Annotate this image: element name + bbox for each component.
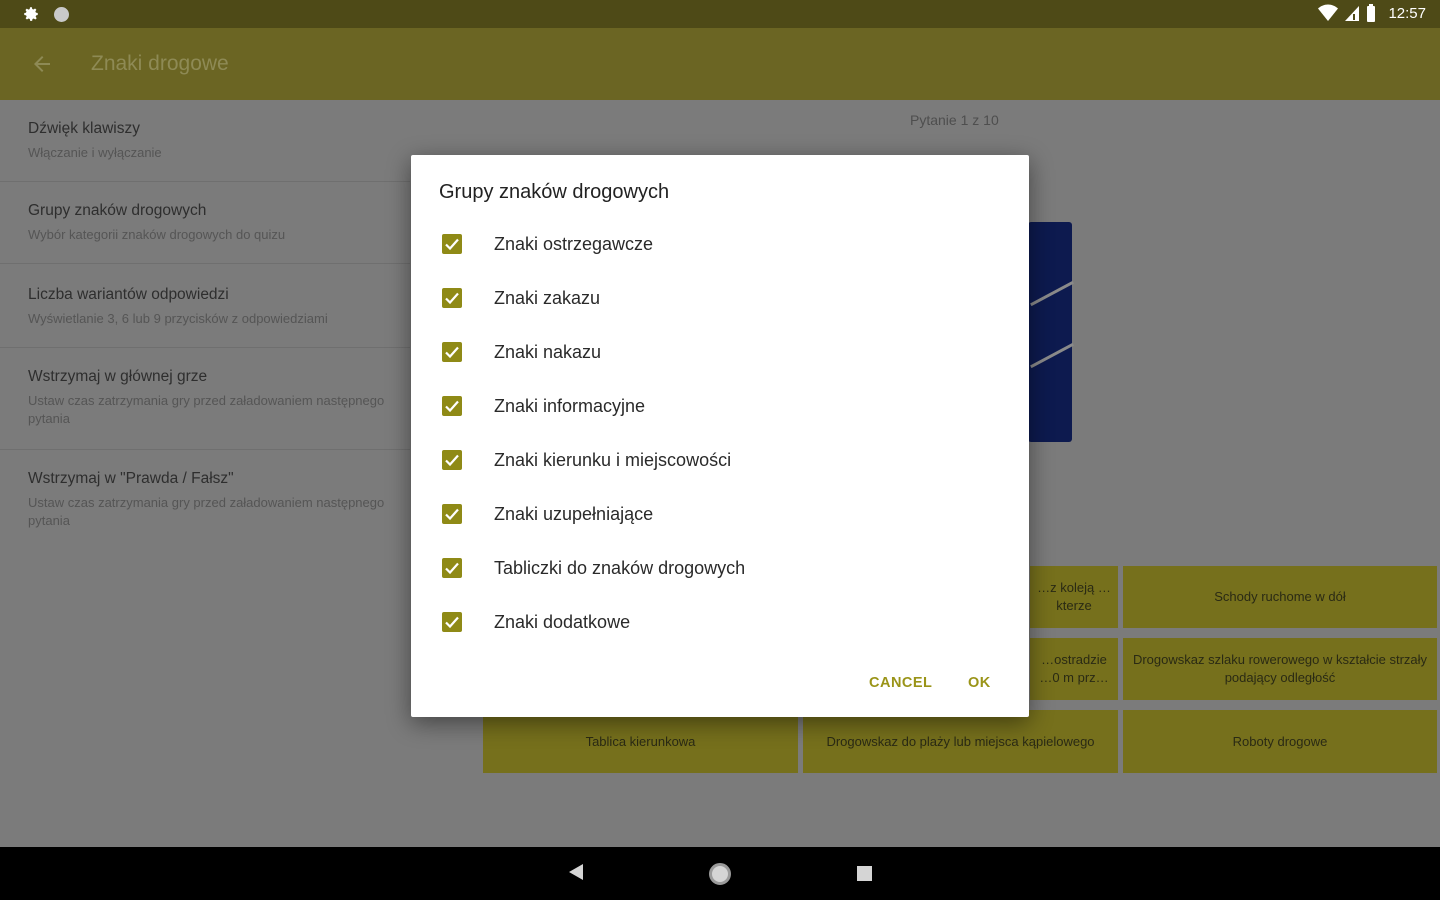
checkbox-checked-icon[interactable] — [442, 504, 462, 524]
setting-title: Wstrzymaj w głównej grze — [28, 368, 208, 385]
setting-subtitle: Włączanie i wyłączanie — [28, 145, 162, 160]
option-supplementary-signs[interactable]: Znaki uzupełniające — [442, 502, 653, 526]
back-triangle-icon[interactable] — [569, 864, 583, 880]
setting-answer-count[interactable]: Liczba wariantów odpowiedzi Wyświetlanie… — [0, 264, 410, 348]
setting-subtitle: Wyświetlanie 3, 6 lub 9 przycisków z odp… — [28, 311, 328, 326]
setting-title: Wstrzymaj w "Prawda / Fałsz" — [28, 470, 234, 487]
checkbox-checked-icon[interactable] — [442, 450, 462, 470]
setting-title: Liczba wariantów odpowiedzi — [28, 286, 229, 303]
setting-subtitle: Wybór kategorii znaków drogowych do quiz… — [28, 227, 286, 242]
checkbox-checked-icon[interactable] — [442, 342, 462, 362]
option-label: Znaki nakazu — [494, 341, 602, 362]
setting-sign-groups[interactable]: Grupy znaków drogowych Wybór kategorii z… — [0, 182, 410, 264]
app-bar: Znaki drogowe — [0, 28, 1440, 100]
settings-list: Dźwięk klawiszy Włączanie i wyłączanie G… — [0, 100, 410, 550]
gear-icon — [24, 7, 38, 21]
sign-stripe — [1030, 342, 1074, 369]
option-label: Znaki informacyjne — [494, 395, 646, 416]
setting-pause-main[interactable]: Wstrzymaj w głównej grze Ustaw czas zatr… — [0, 348, 410, 450]
road-sign-image — [1028, 222, 1074, 442]
checkbox-checked-icon[interactable] — [442, 234, 462, 254]
home-circle-icon[interactable] — [709, 863, 731, 885]
checkbox-checked-icon[interactable] — [442, 558, 462, 578]
cancel-button[interactable]: CANCEL — [869, 675, 932, 691]
option-mandatory-signs[interactable]: Znaki nakazu — [442, 340, 601, 364]
checkbox-checked-icon[interactable] — [442, 612, 462, 632]
signal-icon — [1345, 6, 1360, 21]
checkbox-checked-icon[interactable] — [442, 288, 462, 308]
ok-button[interactable]: OK — [968, 675, 991, 691]
setting-pause-true-false[interactable]: Wstrzymaj w "Prawda / Fałsz" Ustaw czas … — [0, 450, 410, 550]
option-label: Znaki zakazu — [494, 287, 601, 308]
battery-icon — [1367, 4, 1376, 22]
option-label: Tabliczki do znaków drogowych — [494, 557, 746, 578]
option-label: Znaki uzupełniające — [494, 503, 654, 524]
setting-title: Grupy znaków drogowych — [28, 202, 207, 219]
option-information-signs[interactable]: Znaki informacyjne — [442, 394, 645, 418]
option-warning-signs[interactable]: Znaki ostrzegawcze — [442, 232, 653, 256]
circle-notification-icon — [54, 7, 69, 22]
status-time: 12:57 — [1388, 4, 1426, 22]
wifi-icon — [1318, 4, 1339, 21]
navigation-bar — [0, 847, 1440, 900]
dialog-title: Grupy znaków drogowych — [439, 181, 670, 203]
back-arrow-icon[interactable] — [30, 52, 54, 76]
option-additional-signs[interactable]: Znaki dodatkowe — [442, 610, 630, 634]
sign-groups-dialog: Grupy znaków drogowych Znaki ostrzegawcz… — [411, 155, 1029, 717]
answer-button[interactable]: Schody ruchome w dół — [1123, 566, 1437, 628]
answer-button[interactable]: …z koleją …kterze — [1030, 566, 1118, 628]
answer-button[interactable]: Drogowskaz szlaku rowerowego w kształcie… — [1123, 638, 1437, 700]
setting-subtitle: Ustaw czas zatrzymania gry przed załadow… — [28, 393, 385, 426]
option-label: Znaki ostrzegawcze — [494, 233, 654, 254]
page-title: Znaki drogowe — [91, 52, 229, 75]
option-sign-plates[interactable]: Tabliczki do znaków drogowych — [442, 556, 745, 580]
answer-button[interactable]: Drogowskaz do plaży lub miejsca kąpielow… — [803, 710, 1118, 773]
option-label: Znaki dodatkowe — [494, 611, 631, 632]
setting-title: Dźwięk klawiszy — [28, 120, 140, 137]
status-bar: 12:57 — [0, 0, 1440, 28]
setting-subtitle: Ustaw czas zatrzymania gry przed załadow… — [28, 495, 385, 528]
checkbox-checked-icon[interactable] — [442, 396, 462, 416]
setting-key-sound[interactable]: Dźwięk klawiszy Włączanie i wyłączanie — [0, 100, 410, 182]
option-direction-signs[interactable]: Znaki kierunku i miejscowości — [442, 448, 731, 472]
answer-button[interactable]: …ostradzie …0 m prz… — [1030, 638, 1118, 700]
answer-button[interactable]: Roboty drogowe — [1123, 710, 1437, 773]
recents-square-icon[interactable] — [857, 866, 872, 881]
question-counter: Pytanie 1 z 10 — [910, 112, 999, 128]
option-prohibition-signs[interactable]: Znaki zakazu — [442, 286, 600, 310]
sign-stripe — [1030, 280, 1074, 307]
option-label: Znaki kierunku i miejscowości — [494, 449, 732, 470]
answer-button[interactable]: Tablica kierunkowa — [483, 710, 798, 773]
